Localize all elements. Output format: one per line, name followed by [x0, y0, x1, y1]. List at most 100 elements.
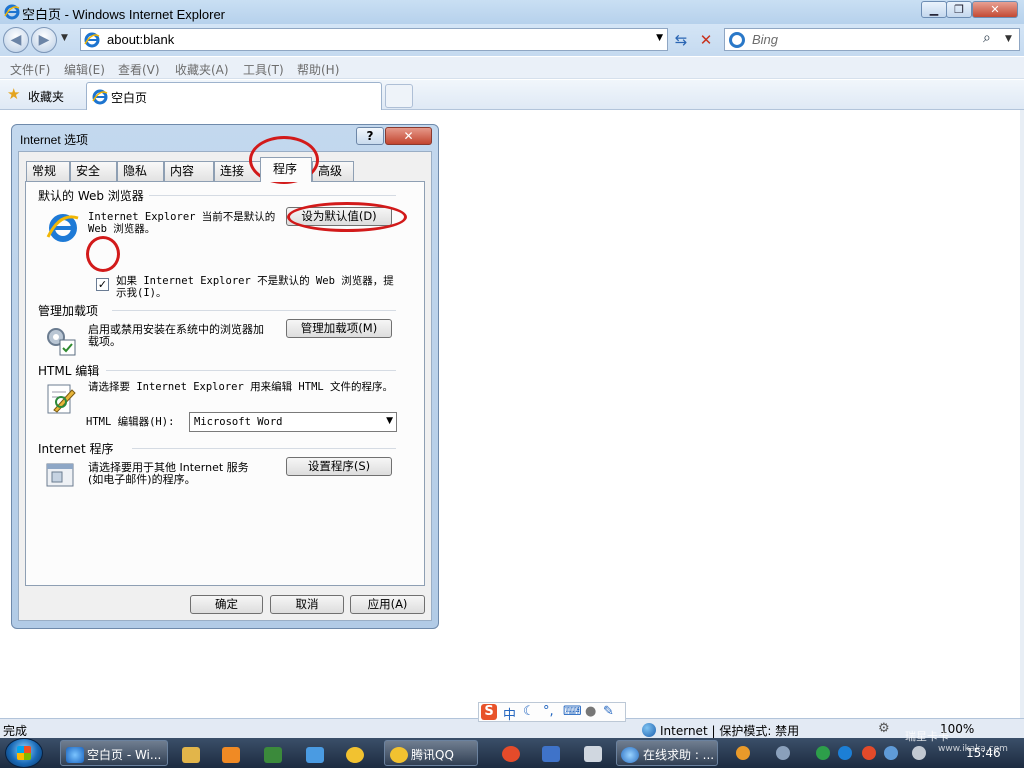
- notepad-icon[interactable]: [584, 746, 602, 762]
- search-bar[interactable]: Bing ⌕ ▼: [724, 28, 1020, 51]
- manage-addons-button[interactable]: 管理加载项(M): [286, 319, 392, 338]
- checkbox-label-line2: 示我(I)。: [116, 287, 167, 299]
- dialog-title: Internet 选项: [20, 133, 89, 147]
- tab-content[interactable]: 内容: [164, 161, 214, 181]
- status-text: 完成: [3, 724, 28, 738]
- menu-view[interactable]: 查看(V): [118, 61, 160, 78]
- search-input[interactable]: Bing: [752, 32, 778, 47]
- star-icon: ★: [7, 85, 21, 103]
- manage-addons-title: 管理加载项: [38, 302, 104, 319]
- default-browser-text-line2: Web 浏览器。: [88, 223, 156, 235]
- menu-help[interactable]: 帮助(H): [297, 61, 339, 78]
- tab-privacy[interactable]: 隐私: [117, 161, 164, 181]
- internet-programs-title: Internet 程序: [38, 440, 119, 457]
- qq-icon[interactable]: [346, 747, 364, 763]
- group-divider: [112, 310, 396, 311]
- menu-edit[interactable]: 编辑(E): [64, 61, 105, 78]
- set-programs-button[interactable]: 设置程序(S): [286, 457, 392, 476]
- search-icon[interactable]: ⌕: [983, 30, 991, 46]
- address-dropdown-icon[interactable]: ▼: [656, 33, 663, 43]
- windows-logo-icon: [17, 746, 31, 760]
- gears-icon: [47, 328, 76, 356]
- menu-file[interactable]: 文件(F): [10, 61, 50, 78]
- app-icon[interactable]: [264, 747, 282, 763]
- taskbar-item-label: 在线求助 : ...: [643, 748, 715, 762]
- back-button[interactable]: ◀: [3, 27, 29, 53]
- tab-security[interactable]: 安全: [70, 161, 117, 181]
- checkbox-label-line1: 如果 Internet Explorer 不是默认的 Web 浏览器，提: [116, 275, 394, 287]
- help-icon: [621, 747, 639, 763]
- bing-icon: [729, 32, 745, 48]
- tab-general[interactable]: 常规: [26, 161, 70, 181]
- favorites-label: 收藏夹: [28, 90, 65, 104]
- start-button[interactable]: [5, 738, 43, 768]
- address-toolbar: ◀ ▶ ▼ about:blank ▼ ⇆ ✕ Bing ⌕ ▼: [0, 24, 1024, 56]
- refresh-button[interactable]: ⇆: [670, 30, 692, 50]
- default-browser-title: 默认的 Web 浏览器: [38, 187, 149, 204]
- default-browser-checkbox[interactable]: ✓: [96, 278, 109, 291]
- taskbar-item-ie[interactable]: 空白页 - Wi...: [60, 740, 168, 766]
- lock-settings-icon[interactable]: ⚙: [878, 721, 890, 736]
- taskbar: 空白页 - Wi... 腾讯QQ 在线求助 : ... 15:46: [0, 738, 1024, 768]
- arrow-left-icon: ◀: [10, 32, 22, 48]
- folder-icon[interactable]: [182, 747, 200, 763]
- apply-button[interactable]: 应用(A): [350, 595, 425, 614]
- tray-icon[interactable]: [816, 746, 830, 760]
- tray-icon[interactable]: [736, 746, 750, 760]
- browser-tab[interactable]: 空白页: [86, 82, 382, 110]
- security-zone[interactable]: Internet | 保护模式: 禁用: [642, 722, 799, 739]
- moon-icon[interactable]: ☾: [523, 704, 535, 719]
- forward-button[interactable]: ▶: [31, 27, 57, 53]
- punctuation-icon[interactable]: °,: [543, 704, 554, 719]
- address-bar[interactable]: about:blank ▼: [80, 28, 668, 51]
- html-editor-icon: [47, 384, 76, 414]
- maximize-button[interactable]: ❐: [946, 1, 972, 18]
- html-editor-label: HTML 编辑器(H):: [86, 416, 175, 428]
- tray-icon[interactable]: [862, 746, 876, 760]
- dialog-close-button[interactable]: ✕: [385, 127, 432, 145]
- html-editor-select[interactable]: Microsoft Word ▼: [189, 412, 397, 432]
- taskbar-item-label: 空白页 - Wi...: [87, 748, 162, 762]
- new-tab-button[interactable]: [385, 84, 413, 108]
- tab-programs[interactable]: 程序: [260, 157, 312, 182]
- page-ie-icon: [84, 32, 100, 48]
- user-icon[interactable]: ●: [585, 704, 596, 719]
- ime-mode-toggle[interactable]: 中: [503, 704, 516, 723]
- app-icon[interactable]: [542, 746, 560, 762]
- send-icon[interactable]: [306, 747, 324, 763]
- media-player-icon[interactable]: [222, 747, 240, 763]
- address-input[interactable]: about:blank: [107, 32, 174, 47]
- default-browser-text-line1: Internet Explorer 当前不是默认的: [88, 211, 276, 223]
- menu-favorites[interactable]: 收藏夹(A): [175, 61, 229, 78]
- app-icon[interactable]: [502, 746, 520, 762]
- sogou-logo-icon[interactable]: S: [481, 704, 497, 720]
- internet-explorer-icon: [46, 214, 79, 242]
- recent-pages-dropdown[interactable]: ▼: [61, 33, 68, 43]
- stop-button[interactable]: ✕: [695, 30, 717, 50]
- watermark: 瑞星卡卡: [905, 731, 949, 743]
- favorites-button[interactable]: ★ 收藏夹: [4, 84, 70, 106]
- cancel-button[interactable]: 取消: [270, 595, 344, 614]
- globe-icon: [642, 723, 656, 737]
- volume-icon[interactable]: [912, 746, 926, 760]
- close-window-button[interactable]: ✕: [972, 1, 1018, 18]
- search-options-icon[interactable]: ▼: [1005, 34, 1012, 44]
- arrow-right-icon: ▶: [38, 32, 50, 48]
- wrench-icon[interactable]: ✎: [603, 704, 614, 719]
- vertical-scrollbar[interactable]: [1020, 110, 1024, 718]
- internet-options-dialog: Internet 选项 ? ✕ 常规 安全 隐私 内容 连接 程序 高级 默认的…: [11, 124, 439, 629]
- ok-button[interactable]: 确定: [190, 595, 263, 614]
- watermark-url: www.ikaka.com: [938, 744, 1008, 754]
- tab-title: 空白页: [111, 91, 148, 105]
- network-icon[interactable]: [884, 746, 898, 760]
- minimize-button[interactable]: ▁: [921, 1, 947, 18]
- group-divider: [132, 448, 396, 449]
- dialog-help-button[interactable]: ?: [356, 127, 384, 145]
- keyboard-icon[interactable]: ⌨: [563, 704, 582, 719]
- html-editing-title: HTML 编辑: [38, 362, 105, 379]
- taskbar-item-help[interactable]: 在线求助 : ...: [616, 740, 718, 766]
- tray-icon[interactable]: [838, 746, 852, 760]
- taskbar-item-qq[interactable]: 腾讯QQ: [384, 740, 478, 766]
- menu-tools[interactable]: 工具(T): [243, 61, 284, 78]
- tray-icon[interactable]: [776, 746, 790, 760]
